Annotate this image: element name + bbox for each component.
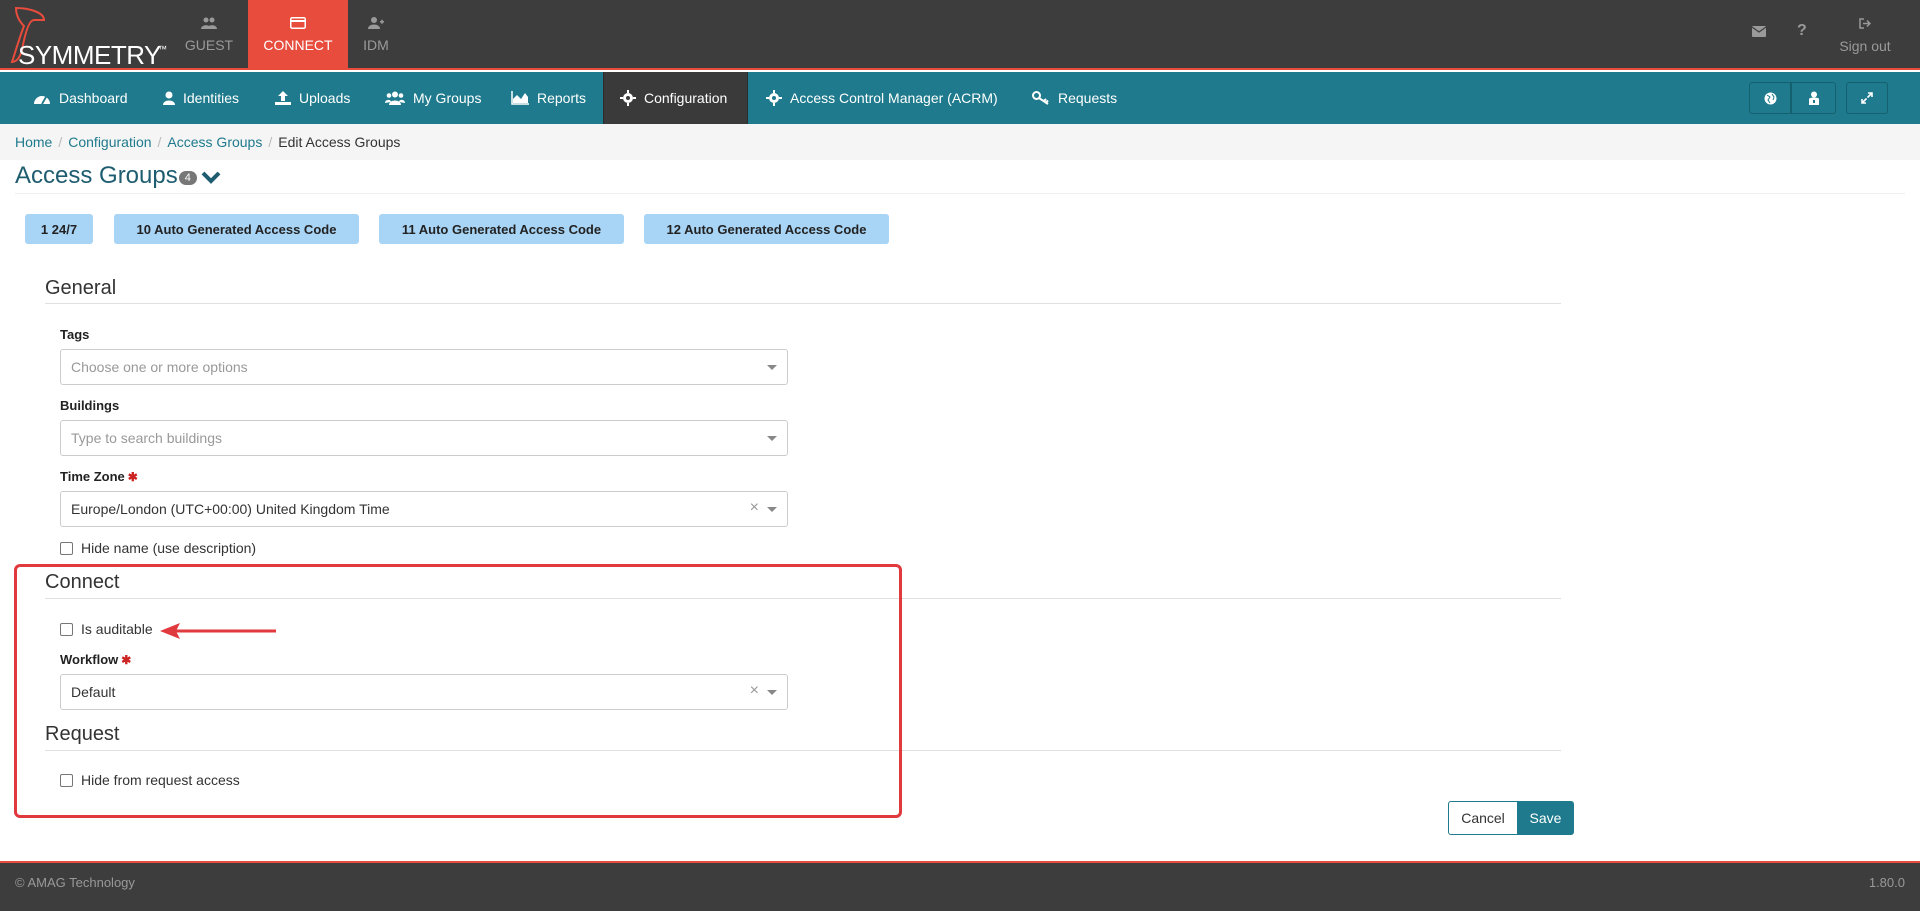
breadcrumb-current: Edit Access Groups [278, 134, 401, 150]
key-icon [1032, 91, 1049, 105]
timezone-label: Time Zone ✱ [60, 469, 138, 484]
hide-name-checkbox[interactable] [60, 541, 73, 555]
title-divider [15, 193, 1905, 194]
globe-icon [1764, 92, 1776, 104]
nav-label: Uploads [299, 90, 351, 106]
user-icon [163, 91, 175, 105]
fullscreen-button[interactable] [1846, 82, 1888, 114]
section-title-general: General [45, 277, 117, 299]
buildings-placeholder: Type to search buildings [71, 430, 222, 446]
sign-out-icon [1859, 16, 1872, 32]
breadcrumb: Home / Configuration / Access Groups / Edit Ac… [15, 134, 401, 150]
dashboard-icon [34, 96, 50, 105]
top-tab-guest[interactable]: GUEST [159, 0, 259, 68]
caret-down-icon [767, 365, 777, 370]
footer-version: 1.80.0 [1868, 875, 1905, 890]
users-icon [159, 16, 259, 32]
access-group-chip[interactable]: 1 24/7 [25, 214, 93, 244]
nav-label: Reports [537, 90, 587, 106]
top-bar: SYMMETRY ™ GUEST CONNECT IDM ? Sign out [0, 0, 1920, 70]
nav-item-requests[interactable]: Requests [1032, 72, 1117, 124]
clear-icon[interactable]: × [750, 499, 759, 517]
required-asterisk-icon: ✱ [127, 470, 138, 484]
footer-copyright: © AMAG Technology [15, 875, 135, 890]
nav-label: Configuration [644, 90, 728, 106]
chevron-down-icon[interactable] [201, 164, 221, 192]
nav-label: Access Control Manager (ACRM) [790, 90, 998, 106]
page-title: Access Groups 4 [15, 162, 221, 190]
breadcrumb-home[interactable]: Home [15, 134, 52, 150]
breadcrumb-access-groups[interactable]: Access Groups [167, 134, 262, 150]
expand-icon [1861, 92, 1873, 104]
nav-item-dashboard[interactable]: Dashboard [33, 72, 128, 124]
arrow-annotation-icon [160, 623, 276, 639]
hide-name-row[interactable]: Hide name (use description) [60, 540, 256, 556]
logo-text: SYMMETRY [18, 40, 161, 70]
globe-button[interactable] [1749, 82, 1791, 114]
tags-label: Tags [60, 327, 90, 342]
section-divider [45, 303, 1561, 304]
nav-item-reports[interactable]: Reports [511, 72, 586, 124]
nav-item-uploads[interactable]: Uploads [275, 72, 350, 124]
gear-icon [766, 90, 782, 106]
timezone-value: Europe/London (UTC+00:00) United Kingdom… [71, 501, 390, 517]
access-group-chip[interactable]: 10 Auto Generated Access Code [114, 214, 359, 244]
access-group-chip[interactable]: 11 Auto Generated Access Code [379, 214, 624, 244]
sign-out-label: Sign out [1839, 38, 1891, 54]
nav-label: Requests [1058, 90, 1118, 106]
main-nav: Dashboard Identities Uploads My Groups R… [0, 72, 1920, 124]
envelope-icon[interactable] [1751, 24, 1767, 42]
question-icon[interactable]: ? [1797, 22, 1807, 40]
tags-select[interactable]: Choose one or more options [60, 349, 788, 385]
save-button[interactable]: Save [1517, 801, 1574, 835]
caret-down-icon [767, 436, 777, 441]
symmetry-logo[interactable]: SYMMETRY ™ [6, 4, 176, 70]
footer: © AMAG Technology 1.80.0 [0, 861, 1920, 911]
count-badge: 4 [178, 171, 197, 185]
page-title-text: Access Groups [15, 162, 178, 189]
nav-item-my-groups[interactable]: My Groups [385, 72, 481, 124]
nav-label: My Groups [413, 90, 482, 106]
timezone-select[interactable]: Europe/London (UTC+00:00) United Kingdom… [60, 491, 788, 527]
gear-icon [620, 90, 636, 106]
highlight-annotation-box [14, 564, 902, 818]
area-chart-icon [511, 91, 529, 105]
nav-item-configuration[interactable]: Configuration [603, 72, 748, 124]
access-group-chip[interactable]: 12 Auto Generated Access Code [644, 214, 889, 244]
breadcrumb-bar: Home / Configuration / Access Groups / Edit Ac… [0, 124, 1920, 160]
nav-label: Identities [183, 90, 240, 106]
lock-button[interactable] [1791, 82, 1836, 114]
tags-placeholder: Choose one or more options [71, 359, 248, 375]
group-icon [385, 91, 405, 105]
buildings-label: Buildings [60, 398, 120, 413]
nav-item-identities[interactable]: Identities [163, 72, 239, 124]
timezone-label-text: Time Zone [60, 469, 125, 484]
nav-item-acrm[interactable]: Access Control Manager (ACRM) [766, 72, 998, 124]
nav-label: Dashboard [59, 90, 128, 106]
user-plus-icon [326, 16, 426, 32]
top-tab-idm[interactable]: IDM [326, 0, 426, 68]
buildings-select[interactable]: Type to search buildings [60, 420, 788, 456]
top-tab-label: IDM [363, 37, 389, 53]
upload-icon [275, 91, 291, 105]
cancel-button[interactable]: Cancel [1448, 801, 1518, 835]
top-tab-label: GUEST [184, 37, 234, 53]
user-lock-icon [1808, 91, 1819, 105]
sign-out-button[interactable]: Sign out [1820, 16, 1910, 54]
caret-down-icon [767, 507, 777, 512]
breadcrumb-configuration[interactable]: Configuration [68, 134, 151, 150]
hide-name-label: Hide name (use description) [81, 540, 257, 556]
